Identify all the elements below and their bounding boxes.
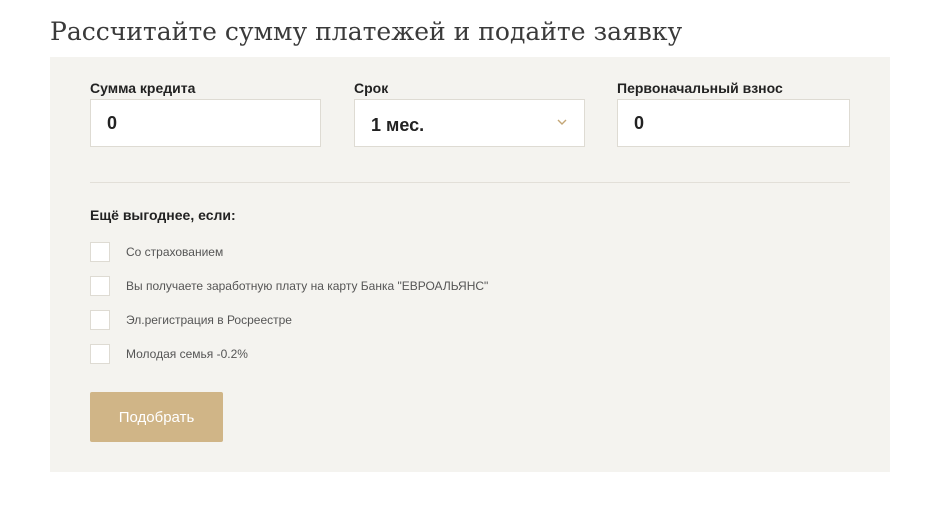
checkbox[interactable] — [90, 310, 110, 330]
option-salary-card[interactable]: Вы получаете заработную плату на карту Б… — [90, 276, 488, 296]
page-title: Рассчитайте сумму платежей и подайте зая… — [50, 17, 683, 46]
term-select[interactable]: 1 мес. — [354, 99, 585, 147]
loan-amount-field-box — [90, 99, 321, 147]
chevron-down-icon — [557, 119, 567, 125]
option-label: Со страхованием — [126, 245, 224, 259]
checkbox[interactable] — [90, 242, 110, 262]
options-title: Ещё выгоднее, если: — [90, 207, 236, 223]
option-label: Вы получаете заработную плату на карту Б… — [126, 279, 489, 293]
calculator-panel: Сумма кредита Срок 1 мес. Первоначальный… — [50, 57, 890, 472]
option-label: Эл.регистрация в Росреестре — [126, 313, 292, 327]
option-label: Молодая семья -0.2% — [126, 347, 248, 361]
divider — [90, 182, 850, 183]
loan-amount-label: Сумма кредита — [90, 80, 196, 96]
term-label: Срок — [354, 80, 389, 96]
term-selected-value: 1 мес. — [371, 115, 425, 135]
checkbox[interactable] — [90, 344, 110, 364]
option-e-registration[interactable]: Эл.регистрация в Росреестре — [90, 310, 292, 330]
checkbox[interactable] — [90, 276, 110, 296]
submit-button[interactable]: Подобрать — [90, 392, 223, 442]
option-insurance[interactable]: Со страхованием — [90, 242, 223, 262]
down-payment-field-box — [617, 99, 850, 147]
loan-amount-input[interactable] — [91, 100, 320, 146]
down-payment-input[interactable] — [618, 100, 849, 146]
down-payment-label: Первоначальный взнос — [617, 80, 783, 96]
option-young-family[interactable]: Молодая семья -0.2% — [90, 344, 248, 364]
